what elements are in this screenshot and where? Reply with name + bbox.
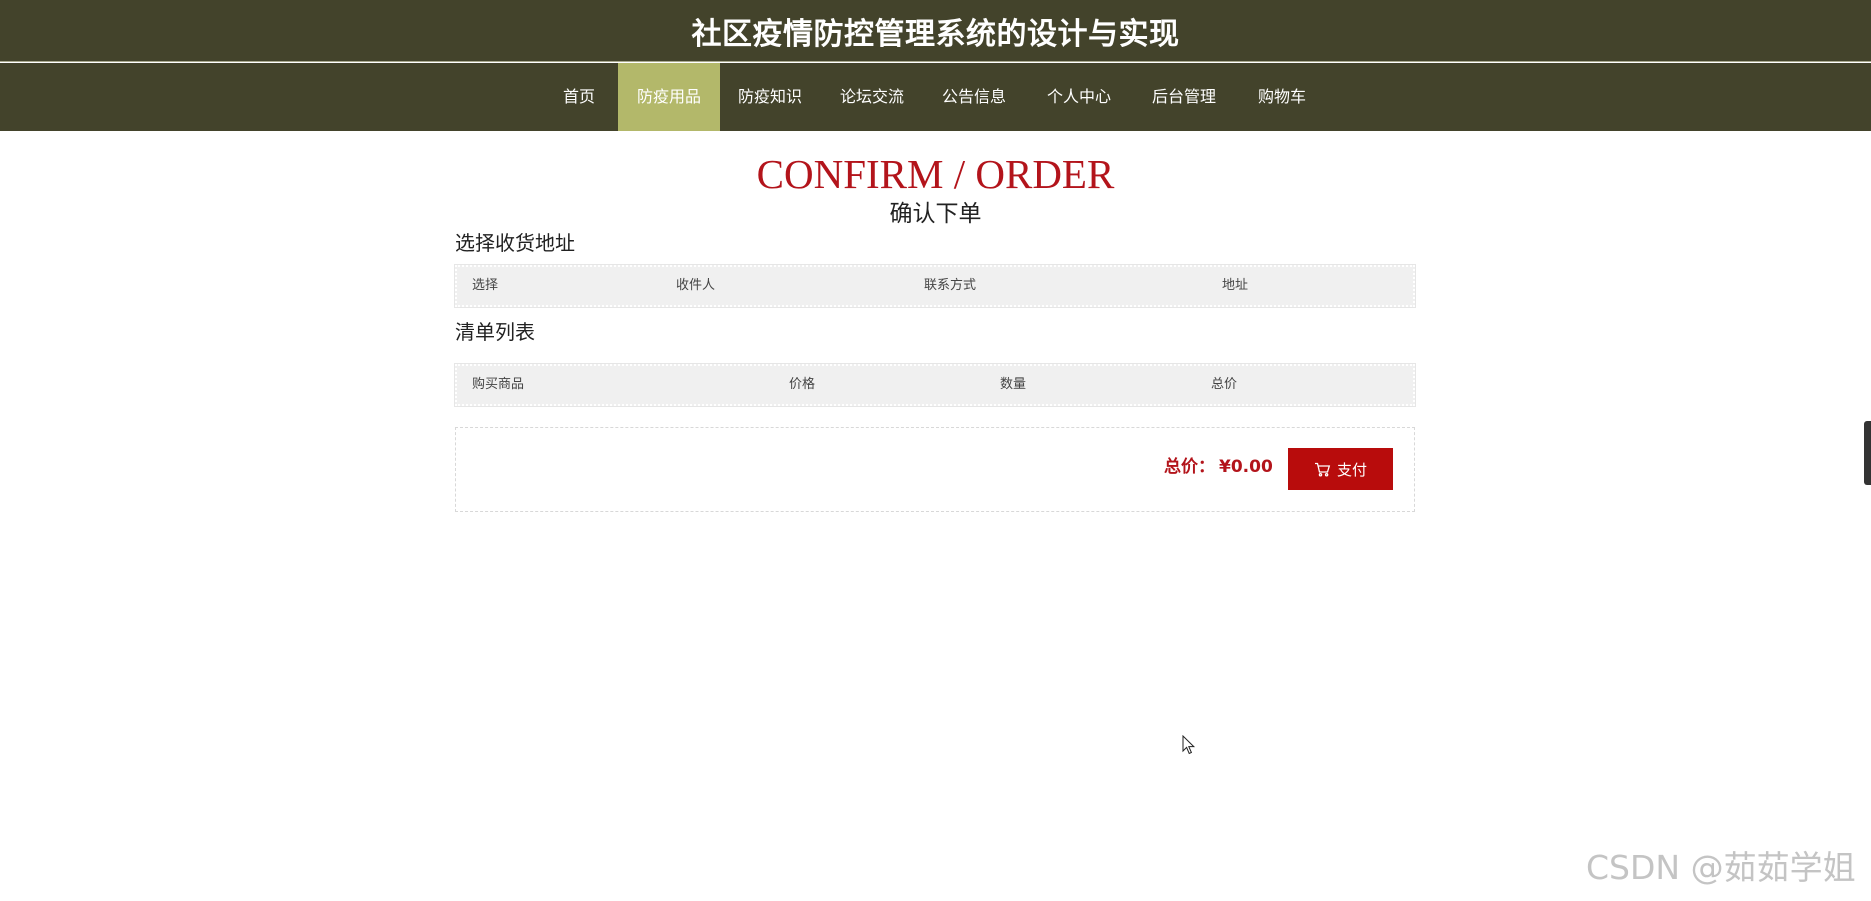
cursor-arrow-icon [1182, 734, 1196, 759]
column-header-quantity: 数量 [1000, 377, 1027, 392]
column-header-address: 地址 [1222, 278, 1249, 293]
column-header-contact: 联系方式 [924, 278, 977, 293]
column-header-price: 价格 [789, 377, 816, 392]
column-header-product: 购买商品 [472, 377, 525, 392]
main-nav: 首页 防疫用品 防疫知识 论坛交流 公告信息 个人中心 后台管理 购物车 [0, 63, 1871, 131]
nav-item-forum[interactable]: 论坛交流 [832, 63, 912, 131]
total-price-value: ¥0.00 [1219, 457, 1273, 477]
site-title: 社区疫情防控管理系统的设计与实现 [691, 16, 1180, 52]
address-section-title: 选择收货地址 [455, 231, 575, 255]
pay-button[interactable]: 支付 [1288, 448, 1393, 490]
column-header-select: 选择 [472, 278, 499, 293]
pay-button-label: 支付 [1336, 461, 1367, 479]
nav-item-admin[interactable]: 后台管理 [1144, 63, 1224, 131]
page-title-cn: 确认下单 [889, 201, 982, 227]
nav-item-personal-center[interactable]: 个人中心 [1039, 63, 1119, 131]
nav-item-epidemic-supplies[interactable]: 防疫用品 [618, 63, 720, 131]
order-section-title: 清单列表 [455, 320, 535, 344]
order-table-header: 购买商品 价格 数量 总价 [454, 363, 1416, 407]
nav-item-epidemic-knowledge[interactable]: 防疫知识 [730, 63, 810, 131]
site-header: 社区疫情防控管理系统的设计与实现 [0, 0, 1871, 62]
watermark: CSDN @茹茹学姐 [1586, 848, 1856, 887]
scroll-indicator[interactable] [1864, 421, 1871, 485]
column-header-recipient: 收件人 [676, 278, 716, 293]
total-price-label: 总价： [1164, 457, 1215, 477]
column-header-subtotal: 总价 [1211, 377, 1238, 392]
address-table-header: 选择 收件人 联系方式 地址 [454, 264, 1416, 308]
nav-item-home[interactable]: 首页 [548, 63, 610, 131]
cart-icon [1314, 462, 1331, 477]
nav-item-cart[interactable]: 购物车 [1250, 63, 1314, 131]
nav-item-announcements[interactable]: 公告信息 [934, 63, 1014, 131]
page-title-en: CONFIRM / ORDER [756, 151, 1115, 197]
